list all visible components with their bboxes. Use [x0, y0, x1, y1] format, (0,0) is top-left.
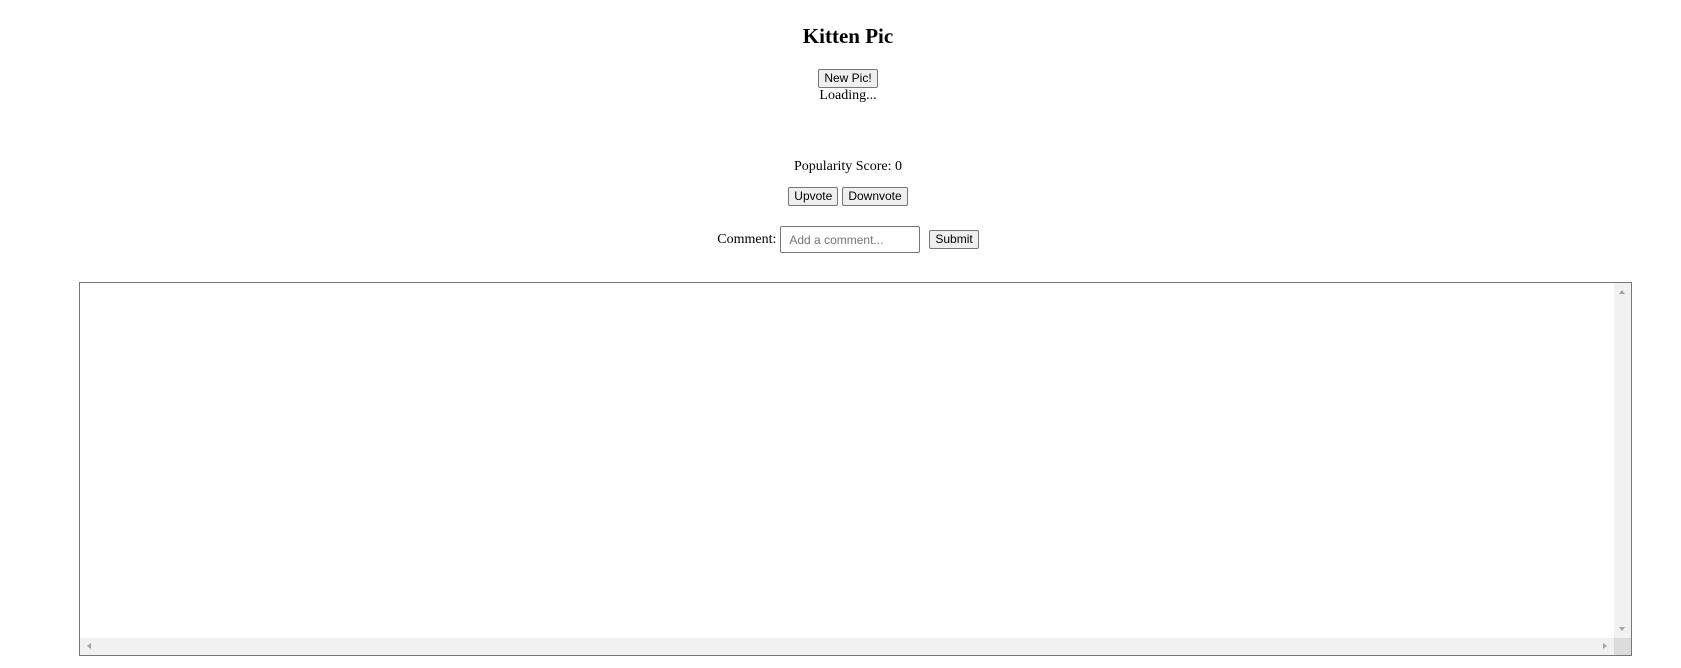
new-pic-row: New Pic! — [0, 69, 1681, 88]
comment-label: Comment: — [717, 231, 777, 247]
page-title: Kitten Pic — [802, 24, 894, 48]
scroll-down-arrow-icon[interactable] — [1619, 627, 1625, 631]
popularity-score: Popularity Score: 0 — [0, 159, 1681, 175]
vertical-scrollbar[interactable] — [1614, 283, 1631, 638]
popularity-score-value: 0 — [895, 159, 903, 174]
resize-corner[interactable] — [1614, 638, 1631, 655]
scroll-right-arrow-icon[interactable] — [1603, 643, 1607, 649]
horizontal-scrollbar[interactable] — [80, 638, 1614, 655]
popularity-score-label: Popularity Score: — [793, 159, 892, 174]
comment-form: Comment: Submit — [0, 226, 1681, 253]
loading-status: Loading... — [0, 88, 1681, 104]
upvote-button[interactable]: Upvote — [788, 187, 839, 206]
scroll-left-arrow-icon[interactable] — [87, 643, 91, 649]
new-pic-button[interactable]: New Pic! — [818, 69, 878, 88]
comment-input[interactable] — [780, 226, 921, 253]
vote-controls: Upvote Downvote — [0, 187, 1681, 206]
scroll-up-arrow-icon[interactable] — [1619, 290, 1625, 294]
submit-comment-button[interactable]: Submit — [929, 230, 979, 249]
comments-textarea[interactable] — [79, 282, 1632, 656]
downvote-button[interactable]: Downvote — [842, 187, 908, 206]
loading-text: Loading... — [819, 88, 877, 103]
